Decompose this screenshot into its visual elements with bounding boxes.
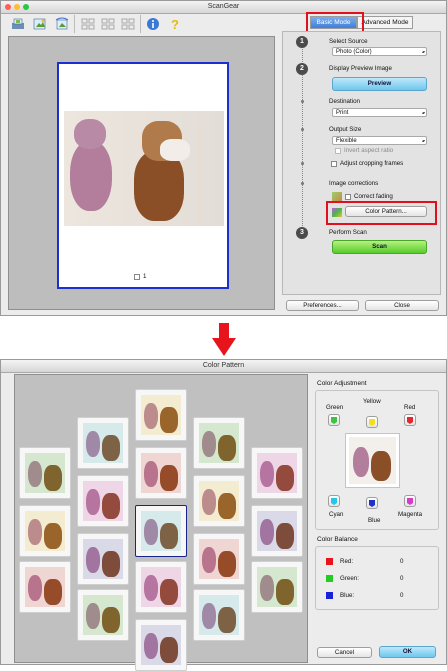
destination-dropdown[interactable]: Print: [332, 108, 427, 117]
color-pattern-window: Color Pattern Color Adjustment Yellow Gr…: [0, 359, 447, 671]
yellow-adjust-button[interactable]: [366, 416, 378, 428]
green-label: Green: [326, 404, 344, 411]
color-balance-heading: Color Balance: [317, 536, 358, 543]
zoom-window-icon[interactable]: [23, 4, 29, 10]
cyan-adjust-button[interactable]: [328, 495, 340, 507]
tab-advanced-mode[interactable]: Advanced Mode: [357, 16, 413, 29]
preferences-button[interactable]: Preferences...: [286, 300, 359, 311]
pattern-thumbnail[interactable]: [19, 505, 71, 557]
color-pattern-title: Color Pattern: [202, 362, 245, 369]
step-1-icon: 1: [296, 36, 308, 48]
scan-button[interactable]: Scan: [332, 240, 427, 254]
current-pattern-preview: [345, 433, 400, 488]
invert-aspect-checkbox[interactable]: [335, 148, 341, 154]
pattern-thumbnail[interactable]: [251, 561, 303, 613]
pattern-thumbnail-selected[interactable]: [135, 505, 187, 557]
pattern-thumbnail[interactable]: [251, 447, 303, 499]
green-adjust-button[interactable]: [328, 414, 340, 426]
thumbnail-large-icon[interactable]: [119, 16, 138, 33]
correct-fading-icon: [332, 192, 342, 201]
red-adjust-button[interactable]: [404, 414, 416, 426]
select-source-label: Select Source: [329, 38, 368, 45]
step-3-icon: 3: [296, 227, 308, 239]
preview-page: 1: [57, 62, 229, 289]
color-pattern-highlight: [326, 201, 437, 225]
output-size-dropdown[interactable]: Flexible: [332, 136, 427, 145]
red-balance-swatch: [326, 558, 333, 565]
pattern-grid: [14, 374, 308, 671]
pattern-thumbnail[interactable]: [135, 619, 187, 671]
close-button[interactable]: Close: [365, 300, 439, 311]
preview-frame-number: 1: [143, 273, 147, 280]
close-window-icon[interactable]: [5, 4, 11, 10]
dog: [134, 151, 184, 221]
rotate-icon[interactable]: [53, 16, 72, 33]
magenta-adjust-button[interactable]: [404, 495, 416, 507]
thumbnail-small-icon[interactable]: [79, 16, 98, 33]
output-size-label: Output Size: [329, 126, 362, 133]
green-balance-swatch: [326, 575, 333, 582]
pattern-thumbnail[interactable]: [193, 475, 245, 527]
pattern-thumbnail[interactable]: [77, 417, 129, 469]
thumbnail-medium-icon[interactable]: [99, 16, 118, 33]
svg-text:?: ?: [171, 17, 179, 31]
image-corrections-label: Image corrections: [329, 180, 379, 187]
display-preview-label: Display Preview Image: [329, 65, 392, 72]
preview-area: 1: [8, 36, 275, 310]
preview-photo: [64, 111, 224, 226]
preview-button[interactable]: Preview: [332, 77, 427, 91]
invert-aspect-label: Invert aspect ratio: [344, 147, 394, 154]
blue-balance-swatch: [326, 592, 333, 599]
yellow-label: Yellow: [363, 398, 381, 405]
magenta-label: Magenta: [398, 511, 423, 518]
color-adjustment-panel: Color Adjustment Yellow Green Red Cyan M…: [313, 374, 441, 663]
pattern-thumbnail[interactable]: [77, 589, 129, 641]
blue-balance-label: Blue:: [340, 592, 355, 599]
correct-fading-label: Correct fading: [354, 193, 393, 200]
blue-label: Blue: [368, 517, 381, 524]
blue-adjust-button[interactable]: [366, 497, 378, 509]
scangear-window: ScanGear ? Basic Mode Advanced Mode 1 1 …: [0, 0, 447, 316]
red-balance-label: Red:: [340, 558, 354, 565]
pattern-thumbnail[interactable]: [77, 533, 129, 585]
pattern-thumbnail[interactable]: [251, 505, 303, 557]
pattern-thumbnail[interactable]: [135, 389, 187, 441]
teddy-bear: [70, 141, 112, 211]
correct-fading-checkbox[interactable]: [345, 194, 351, 200]
pattern-thumbnail[interactable]: [77, 475, 129, 527]
pattern-thumbnail[interactable]: [135, 447, 187, 499]
pattern-thumbnail[interactable]: [193, 589, 245, 641]
pattern-thumbnail[interactable]: [193, 417, 245, 469]
select-source-dropdown[interactable]: Photo (Color): [332, 47, 427, 56]
preview-select-checkbox[interactable]: [134, 274, 140, 280]
help-icon[interactable]: ?: [166, 16, 185, 33]
pattern-thumbnail[interactable]: [19, 447, 71, 499]
destination-label: Destination: [329, 98, 360, 105]
ok-button[interactable]: OK: [379, 646, 436, 658]
red-label: Red: [404, 404, 416, 411]
red-balance-value: 0: [400, 558, 404, 565]
color-pattern-titlebar: Color Pattern: [1, 360, 446, 373]
green-balance-label: Green:: [340, 575, 359, 582]
settings-panel: 1 Select Source Photo (Color) 2 Display …: [282, 31, 441, 295]
green-balance-value: 0: [400, 575, 404, 582]
blue-balance-value: 0: [400, 592, 404, 599]
pattern-thumbnail[interactable]: [135, 561, 187, 613]
scanner-icon[interactable]: [9, 16, 28, 33]
pattern-thumbnail[interactable]: [19, 561, 71, 613]
cyan-label: Cyan: [329, 511, 344, 518]
info-icon[interactable]: [144, 16, 163, 33]
color-adjustment-heading: Color Adjustment: [317, 380, 367, 387]
perform-scan-label: Perform Scan: [329, 229, 367, 236]
scangear-titlebar: ScanGear: [1, 1, 446, 14]
adjust-cropping-label: Adjust cropping frames: [340, 160, 404, 167]
arrow-down-icon: [212, 323, 236, 356]
step-2-icon: 2: [296, 63, 308, 75]
cancel-button[interactable]: Cancel: [317, 647, 372, 658]
crop-icon[interactable]: [31, 16, 50, 33]
pattern-thumbnail[interactable]: [193, 533, 245, 585]
window-title: ScanGear: [207, 3, 240, 10]
adjust-cropping-checkbox[interactable]: [331, 161, 337, 167]
minimize-window-icon[interactable]: [14, 4, 20, 10]
